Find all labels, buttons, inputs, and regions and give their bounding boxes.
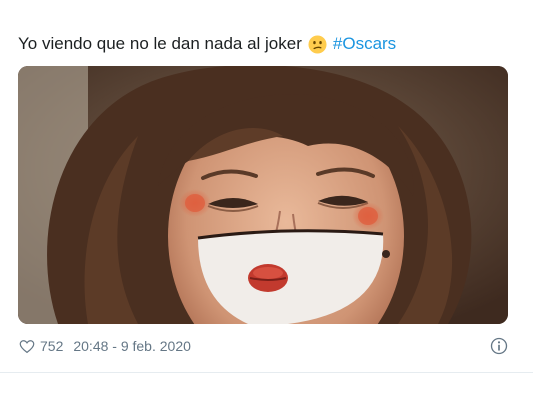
- tweet-media-image[interactable]: [18, 66, 508, 324]
- info-circle-icon[interactable]: [489, 336, 509, 356]
- tweet-body: Yo viendo que no le dan nada al joker: [18, 34, 302, 53]
- confused-face-emoji-icon: [308, 34, 327, 54]
- tweet-text: Yo viendo que no le dan nada al joker #O…: [18, 33, 396, 55]
- tweet-timestamp[interactable]: 20:48 - 9 feb. 2020: [73, 338, 191, 354]
- card-divider: [0, 372, 533, 373]
- tweet-meta: 752 20:48 - 9 feb. 2020: [18, 336, 191, 356]
- tweet-card: Yo viendo que no le dan nada al joker #O…: [0, 0, 533, 372]
- heart-outline-icon[interactable]: [18, 337, 36, 355]
- hashtag-link[interactable]: #Oscars: [333, 33, 396, 55]
- like-count: 752: [40, 338, 64, 354]
- clown-makeup-photo: [18, 66, 508, 324]
